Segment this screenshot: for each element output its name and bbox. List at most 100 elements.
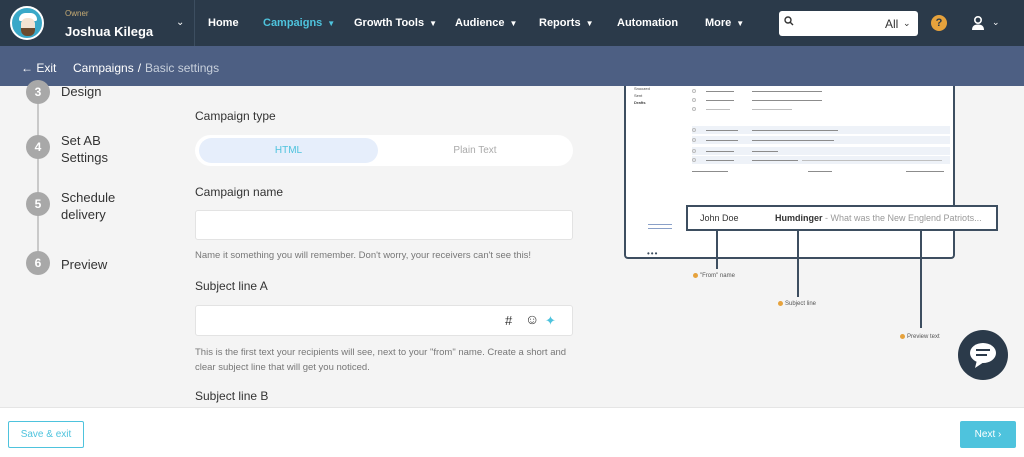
inbox-preview-illustration: Snoozed Sent Drafts <box>624 86 955 259</box>
preview-subject-line <box>752 140 834 141</box>
sub-header: ← Exit Campaigns / Basic settings <box>0 46 1024 86</box>
campaign-name-input[interactable] <box>195 210 573 240</box>
preview-subject-line <box>752 109 792 110</box>
arrow-left-icon: ← <box>21 61 33 75</box>
preview-sender-line <box>706 109 730 110</box>
nav-item-more[interactable]: More ▼ <box>705 17 744 29</box>
step-label-schedule-delivery[interactable]: Schedule delivery <box>61 189 121 223</box>
preview-sidebar-item: Sent <box>634 93 643 98</box>
breadcrumb: Campaigns / Basic settings <box>73 61 219 75</box>
preview-row-checkbox <box>692 107 696 111</box>
exit-button[interactable]: ← Exit <box>21 61 56 75</box>
preview-row-checkbox <box>692 89 696 93</box>
campaign-type-plain-text-option[interactable]: Plain Text <box>395 138 555 163</box>
step-label-design[interactable]: Design <box>61 83 101 100</box>
user-icon[interactable] <box>970 15 986 31</box>
user-role: Owner <box>65 9 89 18</box>
nav-item-label: Growth Tools <box>354 17 425 29</box>
step-number: 4 <box>26 135 50 159</box>
nav-item-reports[interactable]: Reports ▼ <box>539 17 593 29</box>
step-number: 6 <box>26 251 50 275</box>
nav-item-audience[interactable]: Audience ▼ <box>455 17 517 29</box>
info-dot-icon <box>900 334 905 339</box>
subject-line-callout: Subject line <box>778 301 816 307</box>
avatar[interactable] <box>10 6 44 40</box>
step-label-set-ab-settings[interactable]: Set AB Settings <box>61 132 121 166</box>
nav-item-campaigns[interactable]: Campaigns ▼ <box>263 17 335 29</box>
preview-footer-line <box>906 171 944 172</box>
preview-subject-line <box>752 100 822 101</box>
preview-preview-line <box>802 160 942 161</box>
callout-label: Preview text <box>907 334 940 341</box>
exit-label: Exit <box>36 61 57 75</box>
preview-subject-line <box>752 151 778 152</box>
preview-menu-line <box>648 224 672 225</box>
emoji-icon[interactable]: ☺ <box>525 311 539 327</box>
chevron-down-icon: ▼ <box>327 19 336 28</box>
chevron-down-icon[interactable]: ⌄ <box>992 17 1000 28</box>
preview-row-checkbox <box>692 149 696 153</box>
from-name-callout: "From" name <box>693 273 735 279</box>
save-exit-button[interactable]: Save & exit <box>8 421 84 448</box>
chat-icon <box>970 343 996 368</box>
preview-subject-line <box>752 130 838 131</box>
preview-sidebar-item: Snoozed <box>634 86 650 91</box>
help-icon[interactable]: ? <box>931 15 947 31</box>
chevron-right-icon: › <box>998 429 1002 440</box>
example-email-row: John Doe Humdinger - What was the New En… <box>686 205 998 231</box>
chevron-down-icon: ▼ <box>585 19 594 28</box>
callout-label: Subject line <box>785 301 817 308</box>
subject-callout-line <box>797 231 799 297</box>
nav-item-automation[interactable]: Automation <box>617 17 678 29</box>
preview-text-callout: Preview text <box>900 334 940 340</box>
preview-callout-line <box>920 231 922 328</box>
search-input[interactable]: All ⌄ <box>779 11 918 36</box>
campaign-name-label: Campaign name <box>195 185 284 199</box>
info-dot-icon <box>693 273 698 278</box>
breadcrumb-parent[interactable]: Campaigns <box>73 61 134 75</box>
hashtag-icon[interactable]: # <box>505 313 512 328</box>
nav-item-home[interactable]: Home <box>208 17 239 29</box>
preview-sender-line <box>706 160 734 161</box>
preview-subject-line <box>752 91 822 92</box>
breadcrumb-separator: / <box>137 61 142 75</box>
preview-row-checkbox <box>692 128 696 132</box>
next-button[interactable]: Next › <box>960 421 1016 448</box>
search-icon <box>784 16 794 26</box>
nav-item-label: Automation <box>617 17 679 29</box>
preview-footer-line <box>808 171 832 172</box>
user-name[interactable]: Joshua Kilega <box>65 24 153 39</box>
ai-sparkle-icon[interactable]: ✦ <box>545 313 556 329</box>
nav-item-label: More <box>705 17 732 29</box>
preview-sender-line <box>706 100 734 101</box>
chevron-down-icon[interactable]: ⌄ <box>903 18 911 29</box>
more-dots-icon: ••• <box>647 249 659 258</box>
step-label-preview[interactable]: Preview <box>61 256 107 273</box>
campaign-name-helper-text: Name it something you will remember. Don… <box>195 250 532 261</box>
nav-item-growth-tools[interactable]: Growth Tools ▼ <box>354 17 437 29</box>
chat-button[interactable] <box>958 330 1008 380</box>
example-subject: Humdinger <box>775 213 823 223</box>
example-from-name: John Doe <box>700 213 739 223</box>
top-navigation: Owner Joshua Kilega ⌄ Home Campaigns ▼ Gr… <box>0 0 1024 46</box>
preview-sender-line <box>706 91 734 92</box>
nav-item-label: Reports <box>539 17 581 29</box>
campaign-type-toggle: HTML Plain Text <box>195 135 573 166</box>
subject-line-a-input[interactable]: # ☺ ✦ <box>195 305 573 336</box>
chevron-down-icon[interactable]: ⌄ <box>176 17 184 28</box>
chevron-down-icon: ▼ <box>429 19 437 28</box>
chevron-down-icon: ▼ <box>509 19 518 28</box>
callout-label: "From" name <box>700 273 735 280</box>
footer-bar: Save & exit Next › <box>0 407 1024 457</box>
campaign-type-label: Campaign type <box>195 109 276 123</box>
campaign-type-html-option[interactable]: HTML <box>199 138 378 163</box>
nav-item-label: Campaigns <box>263 17 323 29</box>
from-callout-line <box>716 231 718 269</box>
preview-row-checkbox <box>692 138 696 142</box>
avatar-beard <box>21 28 35 36</box>
preview-row-checkbox <box>692 98 696 102</box>
search-scope-select[interactable]: All <box>885 17 898 31</box>
example-preview-text: - What was the New Englend Patriots... <box>825 213 982 223</box>
step-connector <box>37 86 39 266</box>
nav-divider <box>194 0 195 46</box>
